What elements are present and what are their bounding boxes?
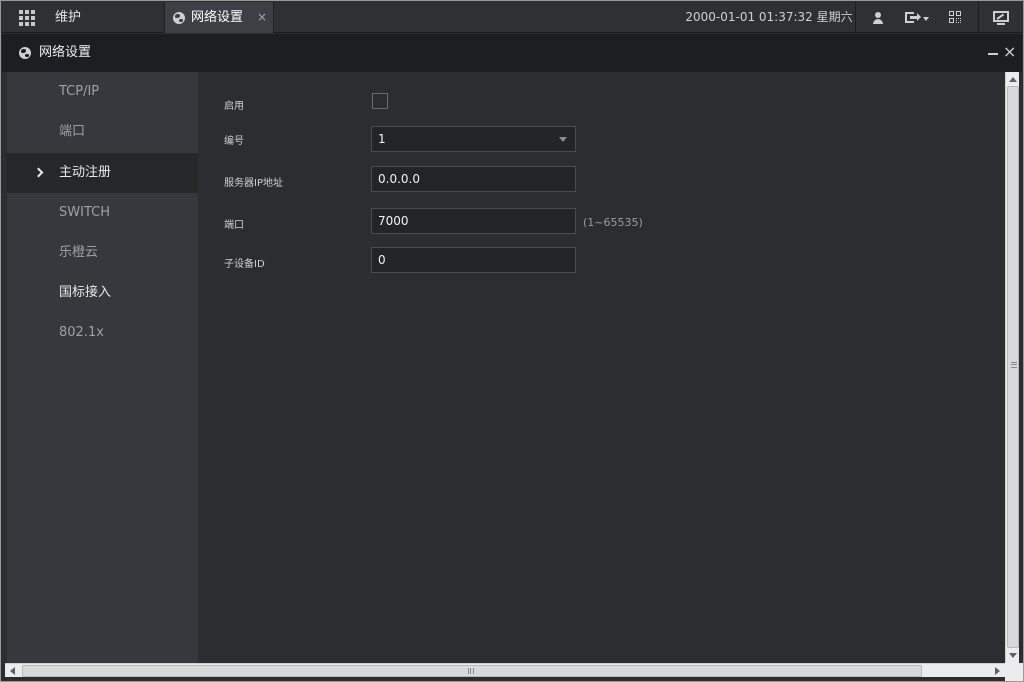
horizontal-scroll-thumb[interactable] — [22, 665, 922, 677]
grid-menu-icon[interactable] — [19, 10, 35, 26]
server-ip-input[interactable]: 0.0.0.0 — [371, 166, 576, 192]
user-icon[interactable] — [872, 12, 884, 24]
server-ip-label: 服务器IP地址 — [224, 178, 283, 189]
logout-icon[interactable] — [905, 11, 931, 25]
port-input[interactable]: 7000 — [371, 208, 576, 234]
port-label: 端口 — [224, 220, 244, 231]
globe-icon — [19, 47, 31, 59]
number-label: 编号 — [224, 136, 244, 147]
sidebar: TCP/IP 端口 主动注册 SWITCH 乐橙云 国标接入 802.1x — [7, 72, 198, 663]
close-icon[interactable]: × — [1003, 42, 1016, 62]
sidebar-item-active-register[interactable]: 主动注册 — [7, 153, 198, 193]
vertical-scrollbar[interactable] — [1005, 72, 1019, 663]
chevron-right-icon — [33, 167, 44, 178]
number-select-value: 1 — [378, 132, 386, 146]
sub-device-id-label: 子设备ID — [224, 259, 265, 270]
sidebar-item-tcpip[interactable]: TCP/IP — [7, 72, 198, 112]
scroll-up-icon[interactable] — [1009, 77, 1017, 82]
sidebar-item-switch[interactable]: SWITCH — [7, 193, 198, 233]
scroll-down-icon[interactable] — [1009, 653, 1017, 658]
app-frame: 维护 网络设置 × 2000-01-01 01:37:32 星期六 网络设置 ×… — [0, 0, 1024, 682]
top-bar: 维护 网络设置 × 2000-01-01 01:37:32 星期六 — [2, 2, 1022, 33]
chevron-down-icon — [559, 137, 567, 142]
sub-device-id-input[interactable]: 0 — [371, 247, 576, 273]
divider — [855, 2, 856, 33]
horizontal-scrollbar[interactable] — [5, 663, 1005, 677]
sidebar-item-8021x[interactable]: 802.1x — [7, 313, 198, 353]
sidebar-item-port[interactable]: 端口 — [7, 112, 198, 152]
number-select[interactable]: 1 — [371, 126, 576, 152]
scroll-right-icon[interactable] — [995, 667, 1000, 675]
tab-maintenance[interactable]: 维护 — [46, 2, 162, 33]
sidebar-item-lechange-cloud[interactable]: 乐橙云 — [7, 233, 198, 273]
tab-network-settings[interactable]: 网络设置 × — [164, 2, 274, 33]
qr-code-icon[interactable] — [949, 11, 962, 24]
window-title: 网络设置 — [39, 45, 92, 60]
sidebar-item-label: 主动注册 — [59, 165, 112, 180]
tab-network-settings-label: 网络设置 — [191, 10, 244, 25]
settings-panel: 启用 编号 1 服务器IP地址 0.0.0.0 端口 7000 (1~65535… — [198, 72, 1004, 663]
window-title-bar: 网络设置 × — [2, 34, 1022, 72]
chevron-down-icon — [923, 17, 929, 21]
tab-close-icon[interactable]: × — [257, 2, 267, 33]
scrollbar-corner — [1005, 663, 1023, 681]
sidebar-item-gb-access[interactable]: 国标接入 — [7, 273, 198, 313]
datetime-display: 2000-01-01 01:37:32 星期六 — [685, 10, 853, 24]
monitor-icon[interactable] — [993, 11, 1009, 25]
minimize-icon[interactable] — [988, 53, 998, 55]
enable-label: 启用 — [224, 101, 244, 112]
enable-checkbox[interactable] — [372, 93, 388, 109]
divider — [978, 2, 979, 33]
vertical-scroll-thumb[interactable] — [1007, 86, 1019, 648]
port-range-hint: (1~65535) — [583, 216, 643, 229]
globe-icon — [173, 12, 185, 24]
scroll-left-icon[interactable] — [10, 667, 15, 675]
